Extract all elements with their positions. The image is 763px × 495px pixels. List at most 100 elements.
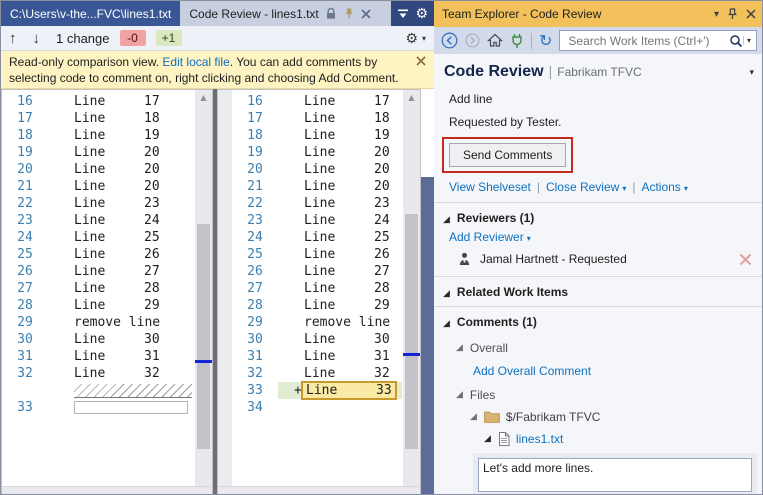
line-content[interactable] [48, 382, 194, 399]
line-content[interactable]: Line28 [278, 280, 402, 297]
diff-line[interactable]: 26Line27 [232, 263, 402, 280]
line-content[interactable]: Line25 [48, 229, 194, 246]
tab-code-review[interactable]: Code Review - lines1.txt [180, 1, 379, 26]
connect-plug-icon[interactable] [510, 33, 524, 49]
diff-line[interactable]: 17Line18 [232, 110, 402, 127]
line-content[interactable]: Line27 [278, 263, 402, 280]
next-change-button[interactable]: ↓ [25, 30, 49, 47]
line-content[interactable]: Line32 [278, 365, 402, 382]
pin-icon[interactable] [343, 7, 355, 20]
diff-line[interactable]: 32Line32 [232, 365, 402, 382]
comment-textarea[interactable]: Let's add more lines. [478, 458, 752, 492]
line-content[interactable]: Line24 [48, 212, 194, 229]
tree-node-file[interactable]: ◢ lines1.txt [434, 432, 763, 446]
reviewer-row[interactable]: Jamal Hartnett - Requested [458, 252, 752, 266]
remove-reviewer-icon[interactable] [739, 253, 752, 266]
line-content[interactable]: Line20 [48, 144, 194, 161]
page-switch-chevron-icon[interactable]: ▾ [749, 68, 754, 78]
diff-line[interactable]: 27Line28 [2, 280, 194, 297]
line-content[interactable]: Line26 [278, 246, 402, 263]
line-content[interactable]: Line18 [278, 110, 402, 127]
collapse-triangle-icon[interactable]: ◢ [443, 215, 450, 225]
add-reviewer-chevron-icon[interactable]: ▾ [527, 234, 531, 243]
diff-line[interactable]: 23Line24 [2, 212, 194, 229]
diff-line[interactable]: 31Line31 [2, 348, 194, 365]
diff-line[interactable]: 18Line19 [2, 127, 194, 144]
line-content[interactable]: Line30 [48, 331, 194, 348]
diff-pane-original[interactable]: 16Line1717Line1818Line1919Line2020Line20… [1, 89, 213, 495]
view-shelveset-link[interactable]: View Shelveset [449, 180, 531, 194]
add-overall-comment-link[interactable]: Add Overall Comment [473, 364, 591, 378]
search-options-chevron-icon[interactable]: ▾ [743, 36, 754, 45]
line-content[interactable]: Line29 [48, 297, 194, 314]
tab-local-file[interactable]: C:\Users\v-the...FVC\lines1.txt [1, 1, 180, 26]
diff-line[interactable]: 25Line26 [232, 246, 402, 263]
window-position-chevron-icon[interactable]: ▾ [714, 9, 719, 20]
modified-scroll-thumb[interactable] [405, 214, 418, 449]
home-icon[interactable] [487, 33, 503, 48]
diff-line[interactable]: 22Line23 [232, 195, 402, 212]
line-content[interactable]: Line31 [48, 348, 194, 365]
collapse-triangle-icon[interactable]: ◢ [456, 390, 463, 400]
collapse-triangle-icon[interactable]: ◢ [470, 412, 477, 422]
refresh-icon[interactable]: ↻ [539, 31, 552, 50]
diff-line[interactable]: 26Line27 [2, 263, 194, 280]
line-content[interactable]: Line26 [48, 246, 194, 263]
close-panel-icon[interactable] [746, 9, 756, 19]
diff-line[interactable]: 34 [232, 399, 402, 416]
diff-line[interactable] [2, 382, 194, 399]
diff-line[interactable]: 33+Line33 [232, 382, 402, 399]
line-content[interactable]: Line24 [278, 212, 402, 229]
tree-node-folder[interactable]: ◢ $/Fabrikam TFVC [434, 410, 763, 424]
line-content[interactable]: Line23 [278, 195, 402, 212]
diff-line[interactable]: 16Line17 [2, 93, 194, 110]
tree-node-overall[interactable]: ◢Overall [434, 341, 763, 355]
previous-change-button[interactable]: ↑ [1, 30, 25, 47]
line-content[interactable]: Line28 [48, 280, 194, 297]
diff-line[interactable]: 24Line25 [232, 229, 402, 246]
line-content[interactable]: Line20 [278, 178, 402, 195]
diff-line[interactable]: 29remove line [2, 314, 194, 331]
original-horizontal-scrollbar[interactable] [2, 486, 212, 495]
line-content[interactable]: Line20 [278, 161, 402, 178]
line-content[interactable]: Line30 [278, 331, 402, 348]
line-content[interactable]: remove line [278, 314, 402, 331]
actions-link[interactable]: Actions [641, 180, 680, 194]
diff-line[interactable]: 30Line30 [2, 331, 194, 348]
original-scroll-thumb[interactable] [197, 224, 210, 449]
diff-line[interactable]: 27Line28 [232, 280, 402, 297]
collapse-triangle-icon[interactable]: ◢ [443, 289, 450, 299]
diff-line[interactable]: 31Line31 [232, 348, 402, 365]
diff-line[interactable]: 20Line20 [232, 161, 402, 178]
scroll-up-icon[interactable]: ▲ [403, 93, 420, 103]
line-content[interactable]: Line29 [278, 297, 402, 314]
close-review-link[interactable]: Close Review [546, 180, 619, 194]
diff-line[interactable]: 22Line23 [2, 195, 194, 212]
line-content[interactable]: Line31 [278, 348, 402, 365]
line-content[interactable]: Line19 [48, 127, 194, 144]
close-tab-icon[interactable] [361, 9, 371, 19]
scroll-up-icon[interactable]: ▲ [195, 93, 212, 103]
file-name-link[interactable]: lines1.txt [516, 432, 563, 446]
diff-line[interactable]: 21Line20 [232, 178, 402, 195]
line-content[interactable]: Line25 [278, 229, 402, 246]
line-content[interactable]: Line19 [278, 127, 402, 144]
diff-line[interactable]: 28Line29 [2, 297, 194, 314]
line-content[interactable]: Line20 [48, 178, 194, 195]
diff-line[interactable]: 25Line26 [2, 246, 194, 263]
modified-horizontal-scrollbar[interactable] [218, 486, 420, 495]
diff-line[interactable]: 19Line20 [232, 144, 402, 161]
line-content[interactable] [278, 399, 402, 416]
collapse-triangle-icon[interactable]: ◢ [484, 434, 491, 444]
infobar-close-icon[interactable] [416, 56, 426, 66]
collapse-triangle-icon[interactable]: ◢ [456, 343, 463, 353]
active-files-dropdown-icon[interactable] [397, 8, 409, 20]
modified-vertical-scrollbar[interactable]: ▲ [403, 90, 420, 486]
line-content[interactable]: Line17 [48, 93, 194, 110]
section-related-work-items[interactable]: ◢Related Work Items [434, 280, 763, 303]
pin-icon[interactable] [727, 8, 738, 20]
send-comments-button[interactable]: Send Comments [449, 143, 566, 167]
line-content[interactable]: Line18 [48, 110, 194, 127]
line-content[interactable]: Line17 [278, 93, 402, 110]
line-content[interactable]: +Line33 [278, 382, 402, 399]
